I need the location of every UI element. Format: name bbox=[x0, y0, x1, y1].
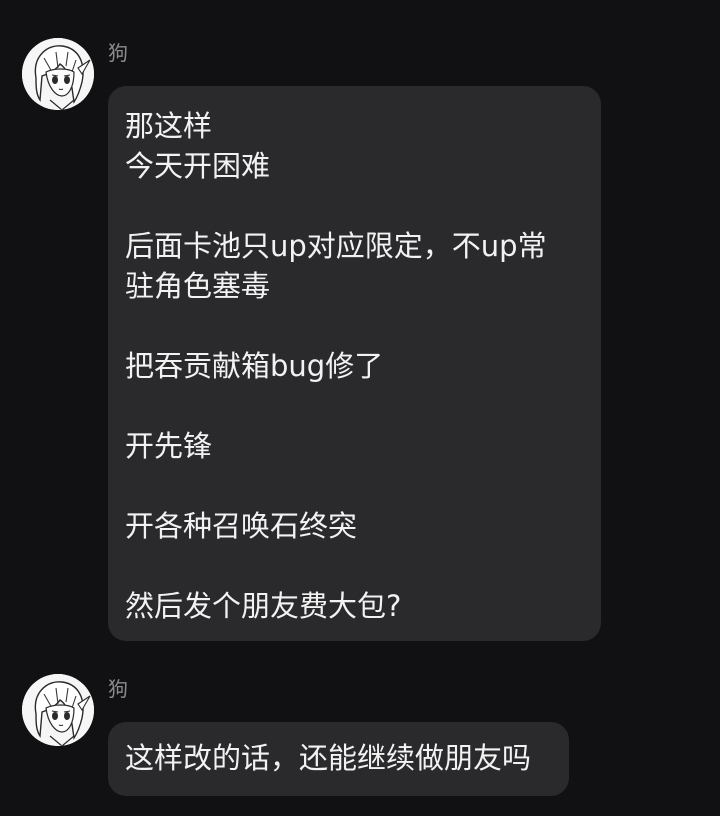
message-1: 狗 那这样 今天开困难 后面卡池只up对应限定，不up常 驻角色塞毒 把吞贡献箱… bbox=[0, 38, 720, 642]
message-2: 狗 这样改的话，还能继续做朋友吗 bbox=[0, 674, 720, 796]
message-line: 开各种召唤石终突 bbox=[125, 509, 358, 543]
message-line: 那这样 bbox=[125, 109, 213, 143]
message-line bbox=[125, 386, 583, 426]
message-line: 驻角色塞毒 bbox=[125, 269, 271, 303]
message-line: 把吞贡献箱bug修了 bbox=[125, 349, 384, 383]
sender-name: 狗 bbox=[108, 41, 128, 65]
anime-girl-avatar-icon bbox=[22, 674, 94, 746]
message-line bbox=[125, 466, 583, 506]
chat-thread: 狗 那这样 今天开困难 后面卡池只up对应限定，不up常 驻角色塞毒 把吞贡献箱… bbox=[0, 0, 720, 816]
message-line bbox=[125, 306, 583, 346]
message-line: 这样改的话，还能继续做朋友吗 bbox=[125, 741, 532, 775]
message-line: 然后发个朋友费大包? bbox=[125, 589, 402, 623]
message-line: 今天开困难 bbox=[125, 149, 271, 183]
avatar[interactable] bbox=[22, 674, 94, 746]
avatar[interactable] bbox=[22, 38, 94, 110]
message-bubble[interactable]: 那这样 今天开困难 后面卡池只up对应限定，不up常 驻角色塞毒 把吞贡献箱bu… bbox=[108, 86, 601, 641]
sender-name: 狗 bbox=[108, 677, 128, 701]
message-bubble[interactable]: 这样改的话，还能继续做朋友吗 bbox=[108, 722, 569, 796]
message-line bbox=[125, 546, 583, 586]
anime-girl-avatar-icon bbox=[22, 38, 94, 110]
message-line: 开先锋 bbox=[125, 429, 213, 463]
message-line bbox=[125, 186, 583, 226]
message-line: 后面卡池只up对应限定，不up常 bbox=[125, 229, 547, 263]
